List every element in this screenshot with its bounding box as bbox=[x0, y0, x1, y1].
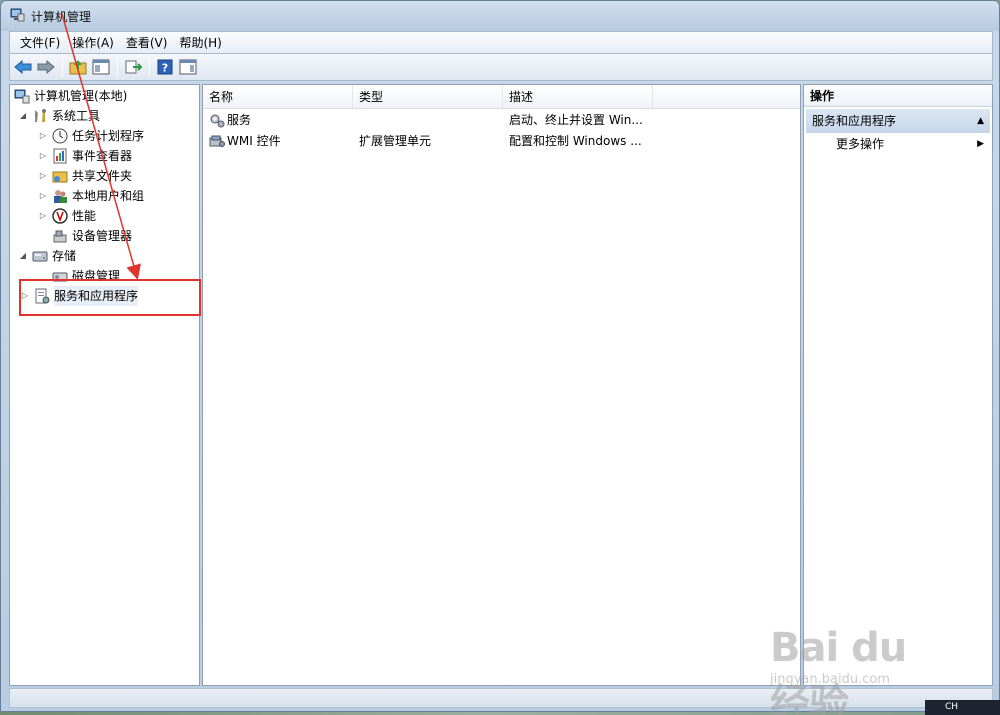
language-indicator[interactable]: CH bbox=[945, 702, 958, 712]
baidu-watermark: Bai du 经验 jingyan.baidu.com bbox=[760, 600, 950, 715]
watermark-main: Bai du 经验 bbox=[770, 625, 907, 715]
watermark-sub: jingyan.baidu.com bbox=[770, 672, 890, 687]
taskbar-tray: CH bbox=[925, 700, 1000, 715]
